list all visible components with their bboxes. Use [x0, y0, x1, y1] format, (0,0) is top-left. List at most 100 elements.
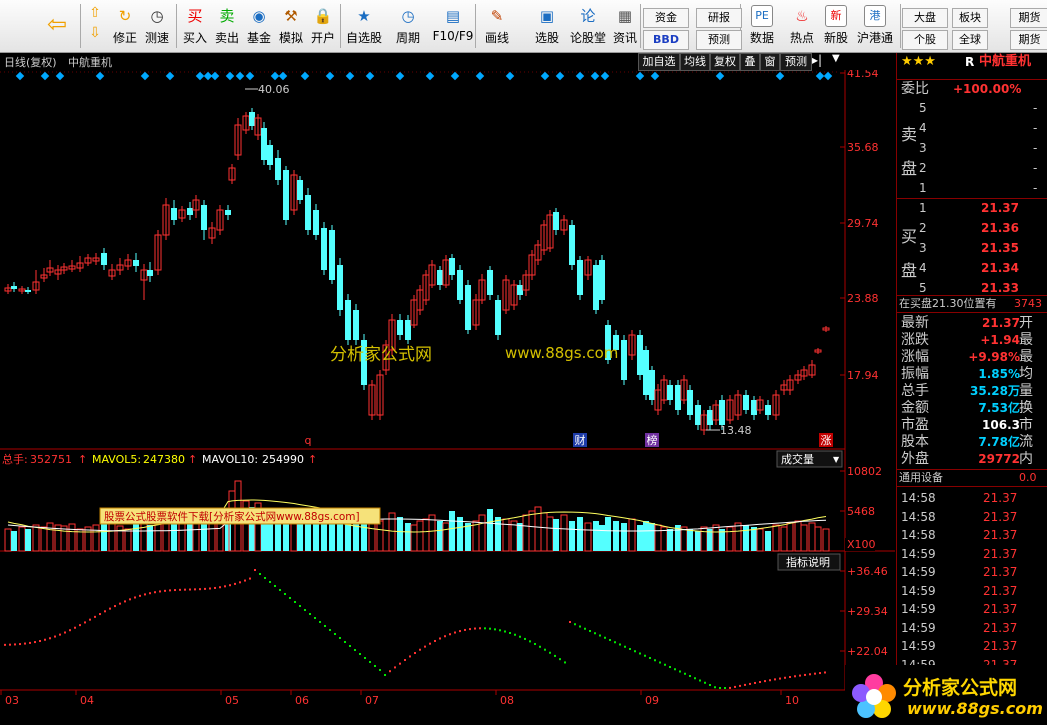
- signal-marker: [555, 71, 565, 81]
- indicator-dot: [269, 581, 271, 583]
- volume-bar: [643, 521, 649, 551]
- signal-marker: [40, 71, 50, 81]
- indicator-dot: [809, 673, 811, 676]
- indicator-dot: [319, 621, 321, 623]
- title-button-1[interactable]: 均线: [680, 53, 710, 71]
- toolbar-button-1[interactable]: ◷ 测速: [142, 3, 172, 49]
- panel-stock-name: 中航重机: [979, 54, 1032, 69]
- indicator-dot: [784, 676, 786, 679]
- toolbar-small-button-7[interactable]: 个股: [902, 30, 948, 50]
- indicator-dot: [609, 639, 611, 641]
- signal-marker: [475, 71, 485, 81]
- indicator-dot: [109, 607, 111, 610]
- price-axis-label: 23.88: [847, 292, 879, 305]
- toolbar-button-label: 论股堂: [569, 31, 606, 45]
- title-button-4[interactable]: 窗: [760, 53, 780, 71]
- toolbar-small-button-4[interactable]: 大盘: [902, 8, 948, 28]
- x-axis-label: 04: [80, 694, 94, 707]
- title-button-0[interactable]: 加自选: [638, 53, 680, 71]
- sell-row[interactable]: 2-: [897, 159, 1047, 179]
- back-button[interactable]: ⇦: [40, 3, 74, 49]
- title-button-3[interactable]: 叠: [740, 53, 760, 71]
- toolbar-button-3[interactable]: 卖卖出: [212, 3, 242, 49]
- toolbar-button-14[interactable]: PE 数据: [745, 3, 779, 49]
- toolbar-button-13[interactable]: ▦ 资讯: [610, 3, 640, 49]
- candle-body: [133, 260, 139, 266]
- buy-row[interactable]: 3 21.35: [897, 239, 1047, 259]
- buy-row[interactable]: 1 21.37: [897, 199, 1047, 219]
- sell-row[interactable]: 3-: [897, 139, 1047, 159]
- title-button-2[interactable]: 复权: [710, 53, 740, 71]
- x-axis-label: 07: [365, 694, 379, 707]
- toolbar-button-9[interactable]: ▤ F10/F9: [430, 3, 476, 49]
- flower-logo-icon: [849, 671, 899, 721]
- toolbar-small-button-5[interactable]: 板块: [952, 8, 988, 28]
- toolbar-button-label: 周期: [395, 31, 420, 45]
- toolbar-small-button-3[interactable]: 预测: [696, 30, 742, 50]
- quote-value: 29772: [978, 452, 1020, 466]
- toolbar-small-button-9[interactable]: 期货: [1010, 30, 1047, 50]
- toolbar-button-label: 热点: [789, 31, 814, 45]
- expand-icon[interactable]: ▸|: [812, 53, 822, 67]
- volume-bar: [628, 518, 636, 552]
- toolbar-button-7[interactable]: ★ 自选股: [344, 3, 384, 49]
- indicator-dot: [414, 652, 416, 655]
- tick-row: 14:58 21.37: [897, 489, 1047, 507]
- title-button-5[interactable]: 预测: [780, 53, 812, 71]
- toolbar-button-10[interactable]: ✎ 画线: [480, 3, 514, 49]
- toolbar-button-4[interactable]: ◉ 基金: [244, 3, 274, 49]
- buy-row[interactable]: 2 21.36: [897, 219, 1047, 239]
- indicator-dot: [484, 627, 486, 630]
- event-marker: 榜: [647, 433, 658, 447]
- candle-body: [201, 205, 207, 230]
- toolbar-small-button-1[interactable]: 研报: [696, 8, 742, 28]
- sector-row[interactable]: 通用设备 0.0: [897, 469, 1047, 487]
- indicator-dot: [324, 625, 326, 627]
- toolbar-button-5[interactable]: ⚒ 模拟: [276, 3, 306, 49]
- sell-row[interactable]: 4-: [897, 119, 1047, 139]
- toolbar-button-17[interactable]: 港沪港通: [855, 3, 895, 49]
- indicator-dot: [224, 585, 226, 588]
- indicator-dot: [394, 666, 396, 669]
- volume-bar: [786, 522, 794, 552]
- quote-row: 金额 7.53亿换: [897, 400, 1047, 417]
- updown-button[interactable]: ⇧ ⇩: [84, 3, 106, 49]
- chart-area[interactable]: 41.54 35.68 29.74 23.88 17.94 40.06 13.48 q 财 榜 涨 分…: [0, 70, 895, 725]
- indicator-dot: [359, 653, 361, 655]
- toolbar-button-6[interactable]: 🔒 开户: [308, 3, 338, 49]
- volume-bar: [449, 511, 455, 551]
- toolbar-button-0[interactable]: ↻ 修正: [110, 3, 140, 49]
- toolbar-button-11[interactable]: ▣ 选股: [530, 3, 564, 49]
- candle-body: [329, 230, 335, 280]
- candle-body: [283, 170, 289, 220]
- volume-bar: [382, 518, 390, 552]
- quote-row: 市盈 106.3 市: [897, 417, 1047, 434]
- toolbar-small-button-6[interactable]: 期货: [1010, 8, 1047, 28]
- sell-row[interactable]: 5-: [897, 99, 1047, 119]
- toolbar-button-12[interactable]: 论论股堂: [568, 3, 608, 49]
- sell-row[interactable]: 1-: [897, 179, 1047, 199]
- toolbar-small-button-8[interactable]: 全球: [952, 30, 988, 50]
- toolbar-button-8[interactable]: ◷ 周期: [390, 3, 426, 49]
- sell-level: 5: [919, 101, 927, 115]
- volume-bar: [756, 528, 764, 552]
- dropdown-icon[interactable]: ▼: [832, 53, 840, 64]
- toolbar-button-15[interactable]: ♨ 热点: [785, 3, 819, 49]
- toolbar-button-16[interactable]: 新新股: [820, 3, 852, 49]
- volume-bar: [540, 512, 548, 552]
- new-stock-icon: 新: [825, 5, 847, 27]
- toolbar-small-button-2[interactable]: BBD: [643, 30, 689, 50]
- toolbar-button-label: F10/F9: [432, 29, 474, 43]
- toolbar-button-2[interactable]: 买买入: [180, 3, 210, 49]
- volume-bar: [405, 523, 411, 551]
- toolbar-button-label: 修正: [112, 31, 137, 45]
- tick-price: 21.37: [983, 546, 1018, 561]
- buy-row[interactable]: 4 21.34: [897, 259, 1047, 279]
- quote-value: 21.37: [982, 316, 1020, 330]
- candle-body: [147, 270, 153, 276]
- signal-marker: [540, 71, 550, 81]
- toolbar-small-button-0[interactable]: 资金: [643, 8, 689, 28]
- volume-bar: [442, 522, 450, 552]
- price-axis-label: 41.54: [847, 70, 879, 80]
- indicator-dot: [229, 584, 231, 587]
